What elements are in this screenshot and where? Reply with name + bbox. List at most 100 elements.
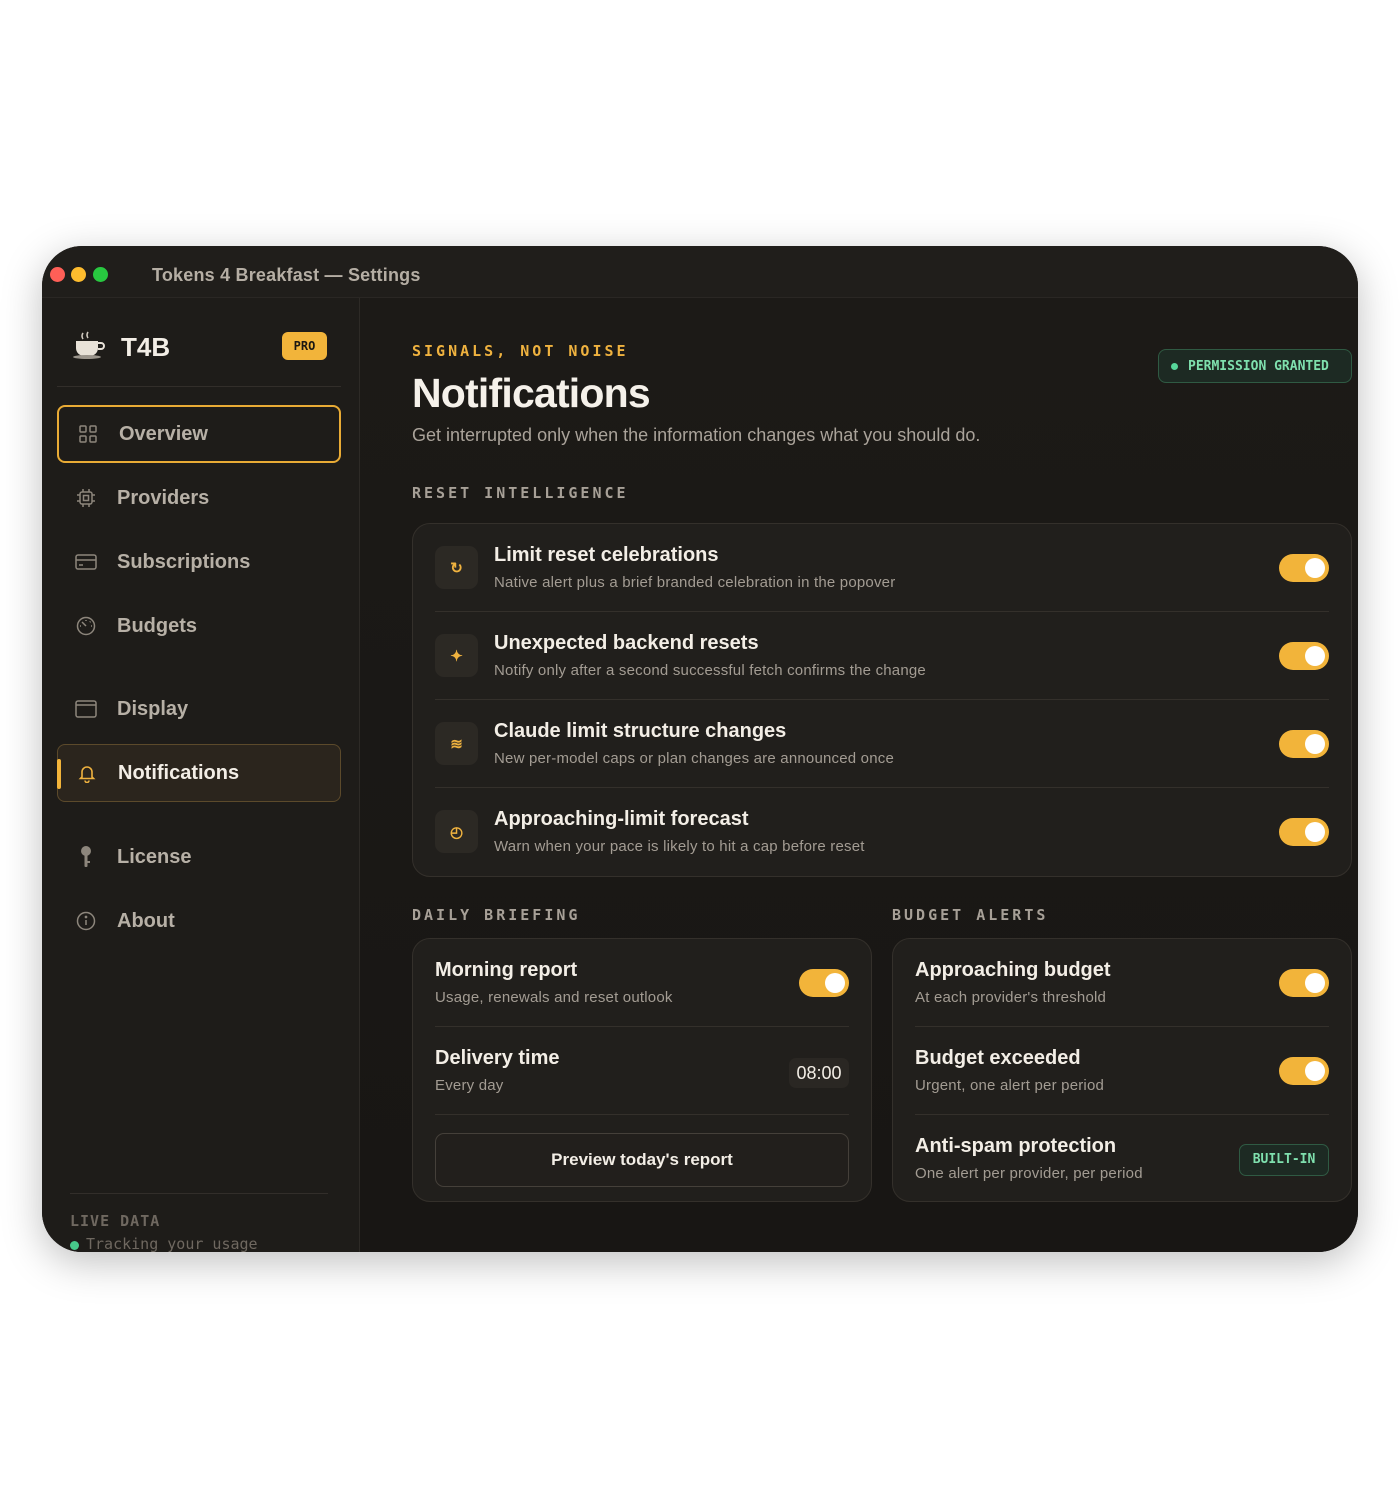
page-subtitle: Get interrupted only when the informatio… [412,425,981,445]
setting-title: Anti-spam protection [915,1135,1117,1157]
setting-title: Limit reset celebrations [494,544,719,566]
status-dot [1171,362,1178,370]
setting-description: Native alert plus a brief branded celebr… [494,574,896,591]
key-icon [75,846,97,868]
built-in-badge: BUILT-IN [1239,1144,1329,1176]
setting-title: Claude limit structure changes [494,720,787,742]
sparkle-icon: ✦ [435,634,478,677]
setting-row: Anti-spam protection One alert per provi… [893,1115,1351,1203]
setting-title: Unexpected backend resets [494,632,759,654]
setting-row: ↻ Limit reset celebrations Native alert … [413,524,1351,612]
window-icon [75,698,97,720]
toggle-knob [1305,646,1325,666]
sidebar-item-label: Display [117,697,189,720]
sidebar-item-label: About [117,909,175,932]
main-content: SIGNALS, NOT NOISE Notifications Get int… [360,298,1358,1252]
sidebar-item-subscriptions[interactable]: Subscriptions [57,533,341,591]
section-label-daily-briefing: DAILY BRIEFING [412,906,581,924]
info-icon [75,910,97,932]
close-window-button[interactable] [50,267,65,282]
sidebar-item-label: Notifications [118,761,240,784]
pro-badge: PRO [282,332,327,360]
setting-description: Usage, renewals and reset outlook [435,989,673,1006]
delivery-time-picker[interactable]: 08:00 [789,1058,849,1088]
live-status-dot [70,1241,79,1250]
toggle-knob [1305,822,1325,842]
sidebar-item-notifications[interactable]: Notifications [57,744,341,802]
setting-title: Morning report [435,959,578,981]
divider [57,386,341,387]
toggle-knob [1305,734,1325,754]
sidebar-item-license[interactable]: License [57,828,341,886]
setting-description: Warn when your pace is likely to hit a c… [494,838,865,855]
toggle-knob [1305,973,1325,993]
coffee-cup-icon [73,331,105,359]
setting-description: New per-model caps or plan changes are a… [494,750,895,767]
setting-row: Delivery time Every day 08:00 [413,1027,871,1115]
sidebar-item-label: Budgets [117,614,197,637]
setting-description: Notify only after a second successful fe… [494,662,926,679]
divider [435,1114,849,1115]
sidebar-item-label: Subscriptions [117,550,251,573]
waves-icon: ≋ [435,722,478,765]
daily-briefing-card: Morning report Usage, renewals and reset… [412,938,872,1202]
setting-row: Morning report Usage, renewals and reset… [413,939,871,1027]
preview-report-button[interactable]: Preview today's report [435,1133,849,1187]
clock-icon: ◴ [435,810,478,853]
approaching-limit-forecast-toggle[interactable] [1279,818,1329,846]
live-status-text: Tracking your usage [86,1235,258,1252]
brand-name: T4B [121,332,171,362]
setting-title: Delivery time [435,1047,560,1069]
sidebar-item-label: Overview [119,422,208,445]
title-bar: Tokens 4 Breakfast — Settings [42,246,1358,298]
setting-description: Urgent, one alert per period [915,1077,1105,1094]
minimize-window-button[interactable] [71,267,86,282]
sidebar: T4B PRO Overview Providers Subscriptions… [42,298,360,1252]
toggle-knob [1305,1061,1325,1081]
settings-window: Tokens 4 Breakfast — Settings T4B PRO Ov… [42,246,1358,1252]
setting-description: One alert per provider, per period [915,1165,1143,1182]
setting-row: ✦ Unexpected backend resets Notify only … [413,612,1351,700]
setting-row: Approaching budget At each provider's th… [893,939,1351,1027]
section-label-budget-alerts: BUDGET ALERTS [892,906,1049,924]
setting-title: Approaching-limit forecast [494,808,749,830]
claude-limit-structure-toggle[interactable] [1279,730,1329,758]
chip-icon [75,487,97,509]
setting-title: Budget exceeded [915,1047,1081,1069]
gauge-icon [75,615,97,637]
window-title: Tokens 4 Breakfast — Settings [152,265,421,285]
card-icon [75,551,97,573]
page-title: Notifications [412,370,651,416]
sidebar-item-budgets[interactable]: Budgets [57,597,341,655]
setting-description: At each provider's threshold [915,989,1107,1006]
toggle-knob [1305,558,1325,578]
approaching-budget-toggle[interactable] [1279,969,1329,997]
grid-icon [77,423,99,445]
limit-reset-celebrations-toggle[interactable] [1279,554,1329,582]
budget-alerts-card: Approaching budget At each provider's th… [892,938,1352,1202]
setting-row: ≋ Claude limit structure changes New per… [413,700,1351,788]
reset-intelligence-card: ↻ Limit reset celebrations Native alert … [412,523,1352,877]
sidebar-item-label: Providers [117,486,210,509]
sidebar-item-providers[interactable]: Providers [57,469,341,527]
setting-row: Budget exceeded Urgent, one alert per pe… [893,1027,1351,1115]
unexpected-backend-resets-toggle[interactable] [1279,642,1329,670]
sidebar-item-about[interactable]: About [57,892,341,950]
section-label-reset-intelligence: RESET INTELLIGENCE [412,484,629,502]
zoom-window-button[interactable] [93,267,108,282]
sidebar-item-label: License [117,845,192,868]
permission-badge-label: PERMISSION GRANTED [1188,358,1329,374]
morning-report-toggle[interactable] [799,969,849,997]
setting-title: Approaching budget [915,959,1111,981]
bell-icon [76,762,98,784]
live-data-label: LIVE DATA [70,1212,161,1230]
setting-row: ◴ Approaching-limit forecast Warn when y… [413,788,1351,876]
divider [70,1193,328,1194]
reset-icon: ↻ [435,546,478,589]
sidebar-item-overview[interactable]: Overview [57,405,341,463]
permission-badge: PERMISSION GRANTED [1158,349,1352,383]
toggle-knob [825,973,845,993]
sidebar-item-display[interactable]: Display [57,680,341,738]
budget-exceeded-toggle[interactable] [1279,1057,1329,1085]
setting-description: Every day [435,1077,504,1094]
